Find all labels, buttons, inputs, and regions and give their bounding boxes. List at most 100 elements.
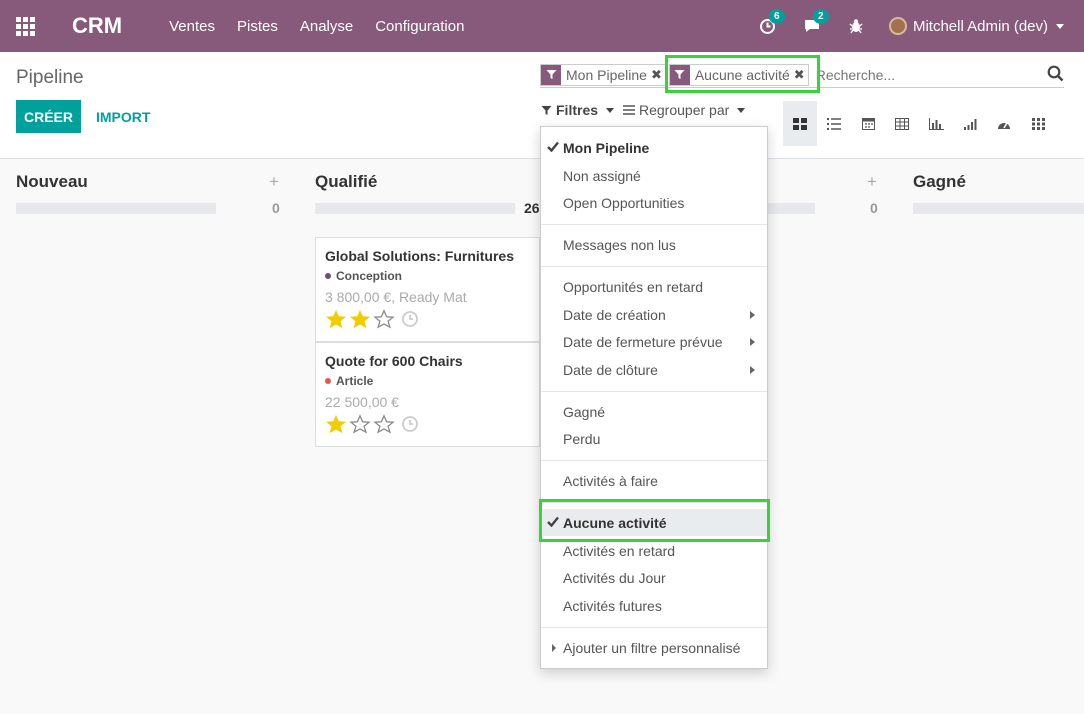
tag-label: Article: [336, 374, 374, 388]
activity-clock-icon[interactable]: 6: [759, 9, 785, 35]
chevron-right-icon: [750, 366, 755, 374]
debug-bug-icon[interactable]: [847, 17, 865, 35]
add-card-icon[interactable]: +: [269, 172, 279, 192]
filter-label: Non assigné: [563, 167, 641, 184]
filter-activites-futures[interactable]: Activités futures: [541, 592, 767, 619]
filter-label: Activités futures: [563, 597, 662, 614]
filter-label: Date de fermeture prévue: [563, 333, 723, 350]
filters-dropdown-toggle[interactable]: Filtres: [541, 102, 615, 118]
activity-badge: 6: [768, 9, 785, 24]
top-navbar: CRM Ventes Pistes Analyse Configuration …: [0, 0, 1084, 52]
tag-dot: [325, 378, 331, 384]
activity-clock-icon[interactable]: [400, 415, 420, 433]
star-filled-icon[interactable]: [349, 309, 371, 329]
filter-date-de-creation[interactable]: Date de création: [541, 301, 767, 328]
groupby-dropdown-toggle[interactable]: Regrouper par: [623, 102, 746, 118]
add-custom-filter[interactable]: Ajouter un filtre personnalisé: [541, 634, 767, 661]
close-icon[interactable]: ✖: [651, 67, 665, 83]
progress-bar: [16, 203, 216, 214]
filter-date-de-cloture[interactable]: Date de clôture: [541, 356, 767, 383]
column-count: 0: [870, 200, 878, 216]
progress-bar: [315, 203, 515, 214]
grid-icon[interactable]: [1021, 101, 1055, 146]
list-icon[interactable]: [817, 101, 851, 146]
calendar-icon[interactable]: [851, 101, 885, 146]
apps-menu-icon[interactable]: [0, 0, 50, 52]
add-card-icon[interactable]: +: [867, 172, 877, 192]
filter-label: Ajouter un filtre personnalisé: [563, 639, 741, 656]
dashboard-icon[interactable]: [987, 101, 1021, 146]
messages-icon[interactable]: 2: [803, 9, 829, 35]
user-menu[interactable]: Mitchell Admin (dev): [888, 17, 1064, 35]
tag-dot: [325, 273, 331, 279]
chevron-down-icon: [1056, 23, 1064, 29]
filter-label: Activités à faire: [563, 472, 658, 489]
filter-activites-a-faire[interactable]: Activités à faire: [541, 467, 767, 494]
filter-gagne[interactable]: Gagné: [541, 398, 767, 425]
menu-configuration[interactable]: Configuration: [364, 18, 475, 35]
filter-icon: [541, 105, 552, 115]
card-tag: Conception: [325, 269, 530, 283]
star-filled-icon[interactable]: [325, 414, 347, 434]
chevron-down-icon: [737, 107, 746, 113]
filter-open-opportunities[interactable]: Open Opportunities: [541, 189, 767, 216]
chevron-down-icon: [606, 107, 615, 113]
pivot-icon[interactable]: [885, 101, 919, 146]
filter-label: Date de création: [563, 306, 666, 323]
page-title: Pipeline: [16, 67, 84, 88]
facet-mon-pipeline: Mon Pipeline ✖: [540, 63, 666, 86]
filter-label: Messages non lus: [563, 236, 676, 253]
import-button[interactable]: IMPORT: [96, 100, 150, 133]
star-empty-icon[interactable]: [373, 309, 395, 329]
filter-date-de-fermeture-prevue[interactable]: Date de fermeture prévue: [541, 328, 767, 355]
divider: [541, 391, 767, 392]
groupby-label: Regrouper par: [639, 102, 730, 118]
filter-label: Gagné: [563, 403, 606, 420]
column-count: 0: [272, 200, 280, 216]
main-menu: Ventes Pistes Analyse Configuration: [158, 18, 475, 35]
menu-analyse[interactable]: Analyse: [289, 18, 364, 35]
star-empty-icon[interactable]: [349, 414, 371, 434]
cohort-icon[interactable]: [953, 101, 987, 146]
highlight-box-filter: [539, 499, 770, 542]
menu-ventes[interactable]: Ventes: [158, 18, 226, 35]
chevron-right-icon: [750, 311, 755, 319]
list-lines-icon: [623, 105, 635, 115]
filter-perdu[interactable]: Perdu: [541, 425, 767, 452]
kanban-card[interactable]: Global Solutions: Furnitures Conception …: [315, 237, 540, 342]
divider: [541, 266, 767, 267]
column-title: Nouveau: [16, 172, 88, 191]
column-title: Qualifié: [315, 172, 378, 191]
chevron-right-icon: [750, 338, 755, 346]
filters-label: Filtres: [556, 102, 599, 118]
filter-messages-non-lus[interactable]: Messages non lus: [541, 231, 767, 258]
filter-label: Perdu: [563, 430, 601, 447]
filter-activites-du-jour[interactable]: Activités du Jour: [541, 564, 767, 591]
filter-label: Opportunités en retard: [563, 278, 704, 295]
check-icon: [547, 141, 559, 152]
filter-label: Activités du Jour: [563, 569, 666, 586]
priority-stars: [325, 309, 530, 329]
search-icon[interactable]: [1047, 65, 1064, 85]
star-filled-icon[interactable]: [325, 309, 347, 329]
progress-bar: [764, 203, 815, 214]
card-subtitle: 3 800,00 €, Ready Mat: [325, 289, 467, 305]
filter-opportunites-en-retard[interactable]: Opportunités en retard: [541, 273, 767, 300]
tag-label: Conception: [336, 269, 402, 283]
filter-mon-pipeline[interactable]: Mon Pipeline: [541, 134, 767, 161]
filter-non-assigne[interactable]: Non assigné: [541, 162, 767, 189]
search-input[interactable]: [815, 66, 1036, 83]
divider: [541, 460, 767, 461]
kanban-card[interactable]: Quote for 600 Chairs Article 22 500,00 €: [315, 342, 540, 447]
graph-icon[interactable]: [919, 101, 953, 146]
card-tag: Article: [325, 374, 530, 388]
menu-pistes[interactable]: Pistes: [226, 18, 289, 35]
app-brand[interactable]: CRM: [72, 13, 122, 39]
kanban-icon[interactable]: [783, 101, 817, 146]
filter-label: Mon Pipeline: [563, 139, 650, 156]
progress-bar: [913, 203, 1084, 214]
activity-clock-icon[interactable]: [400, 310, 420, 328]
divider: [541, 224, 767, 225]
star-empty-icon[interactable]: [373, 414, 395, 434]
create-button[interactable]: CRÉER: [16, 100, 81, 133]
